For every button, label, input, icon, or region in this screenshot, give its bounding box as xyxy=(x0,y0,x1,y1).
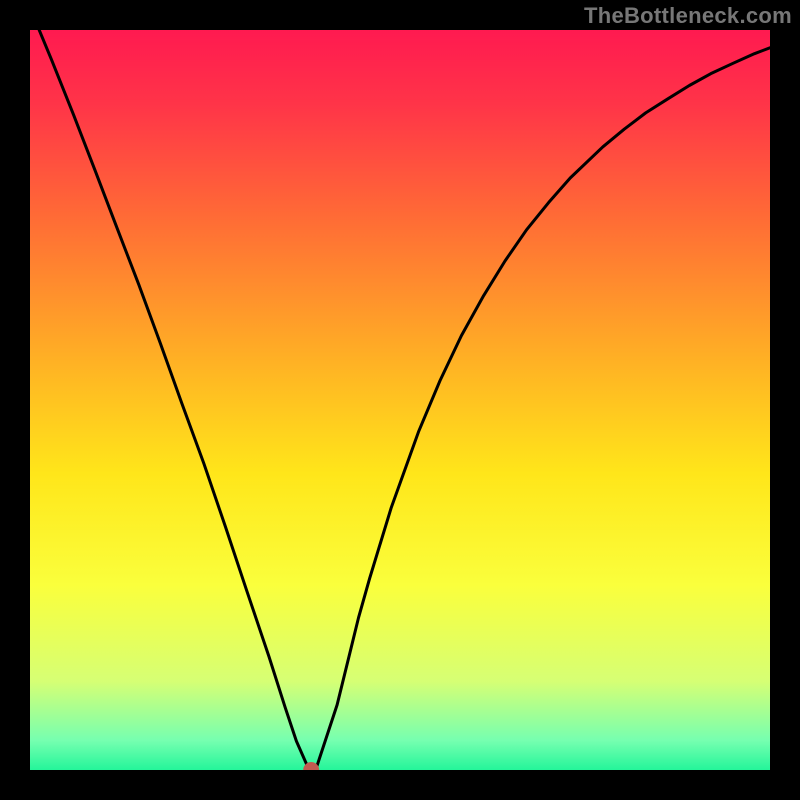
plot-area xyxy=(30,30,770,770)
watermark-text: TheBottleneck.com xyxy=(584,3,792,29)
chart-frame: TheBottleneck.com xyxy=(0,0,800,800)
gradient-background xyxy=(30,30,770,770)
chart-svg xyxy=(30,30,770,770)
